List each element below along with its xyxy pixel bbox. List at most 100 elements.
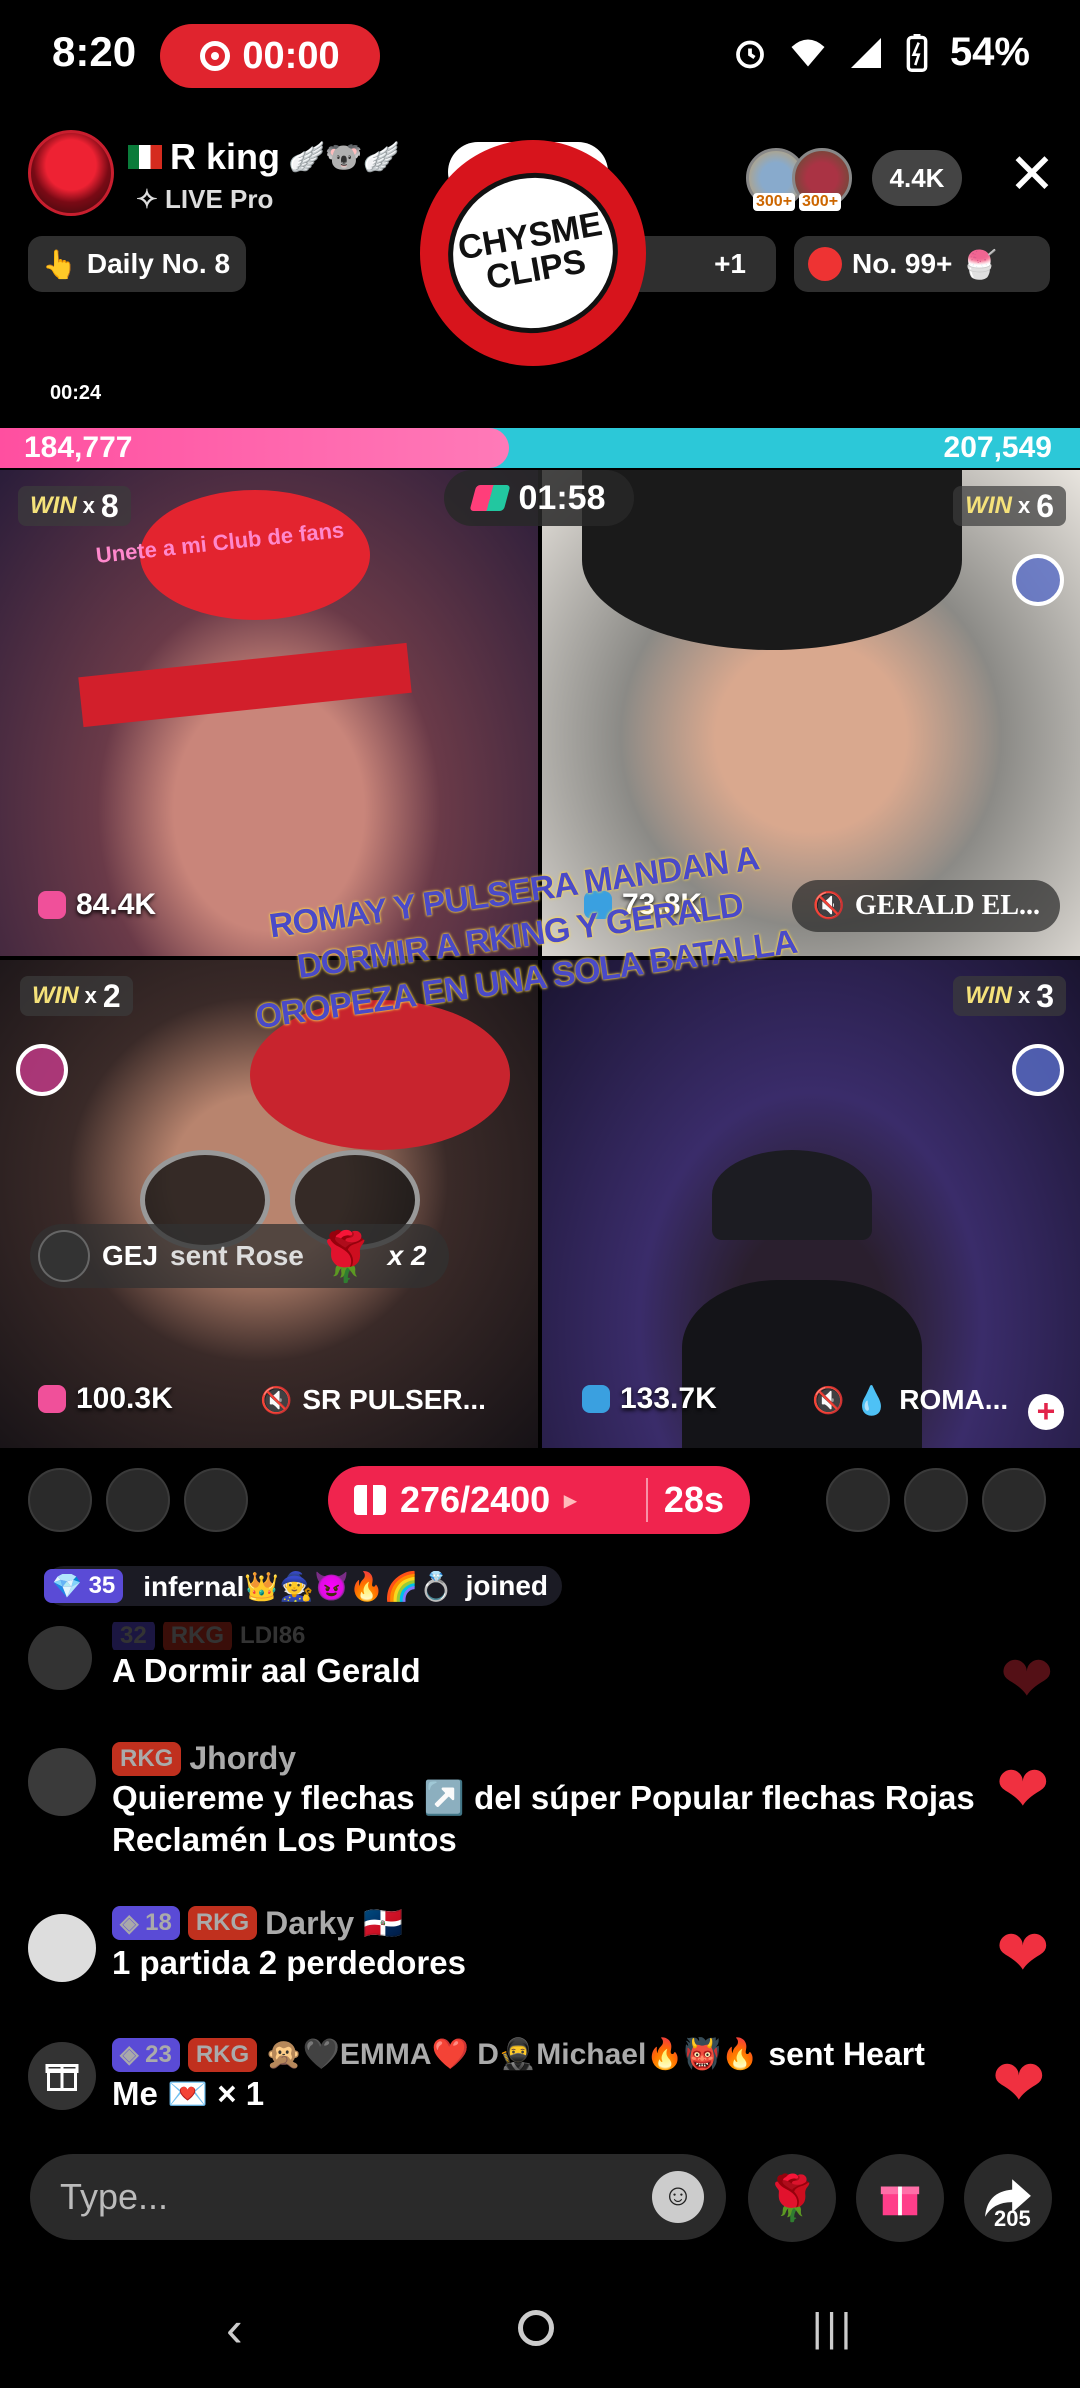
- points-value: 84.4K: [76, 888, 157, 921]
- rose-icon: 🌹: [764, 2174, 820, 2223]
- boost-icon[interactable]: [1012, 554, 1064, 606]
- gift-text: sent Rose: [170, 1240, 304, 1271]
- add-participant-button[interactable]: +: [1028, 1394, 1064, 1430]
- chat-username: Darky 🇩🇴: [265, 1905, 403, 1941]
- host-avatar[interactable]: [28, 130, 114, 216]
- level-badge: ◈ 18: [112, 1906, 180, 1940]
- participant-name[interactable]: 🔇 GERALD EL...: [792, 880, 1060, 932]
- chat-avatar[interactable]: [28, 1914, 96, 1982]
- status-time: 8:20: [52, 28, 137, 75]
- gift-count: x 2: [387, 1240, 427, 1271]
- chat-avatar[interactable]: [28, 1748, 96, 1816]
- close-button[interactable]: ✕: [1004, 146, 1060, 204]
- comment-placeholder: Type...: [60, 2176, 169, 2217]
- supporter-avatar[interactable]: [106, 1468, 170, 1532]
- battery-percent: 54%: [949, 30, 1030, 74]
- alarm-icon: [736, 40, 764, 68]
- comment-input[interactable]: Type... ☺: [30, 2154, 726, 2240]
- gifter-name: GEJ: [102, 1240, 159, 1271]
- win-streak: WIN x 3: [953, 976, 1066, 1016]
- supporter-avatar[interactable]: [826, 1468, 890, 1532]
- gift-goal-pill[interactable]: 276/2400 ▸ 28s: [328, 1466, 750, 1534]
- hair-shape: [582, 470, 962, 650]
- tile-points: 84.4K: [38, 888, 156, 922]
- viewer-count[interactable]: 4.4K: [872, 150, 962, 206]
- watermark-logo: CHYSME CLIPS: [420, 140, 646, 366]
- gift-goal-progress: 276/2400: [400, 1479, 551, 1520]
- home-nav-icon[interactable]: [518, 2310, 554, 2346]
- top-viewers[interactable]: 300+ 300+: [746, 148, 852, 211]
- stream-timer: 00:24: [50, 382, 102, 404]
- chat-action: sent Heart: [768, 2036, 925, 2072]
- signal-icon: [850, 37, 881, 68]
- emoji-icon[interactable]: ☺: [652, 2171, 704, 2223]
- supporter-avatar[interactable]: [28, 1468, 92, 1532]
- back-nav-icon[interactable]: ‹: [226, 2300, 243, 2358]
- supporter-avatar[interactable]: [982, 1468, 1046, 1532]
- points-icon: [38, 891, 66, 919]
- mexico-flag-icon: [128, 145, 162, 169]
- headband-graphic: [78, 642, 412, 728]
- heart-icon[interactable]: ❤: [992, 2046, 1046, 2121]
- chat-message: ◈ 18 RKG Darky 🇩🇴 1 partida 2 perdedores: [112, 1904, 1012, 1984]
- joined-user: infernal👑🧙😈🔥🌈💍: [143, 1570, 454, 1602]
- boost-icon[interactable]: [1012, 1044, 1064, 1096]
- battery-icon: [906, 33, 928, 72]
- rank-badge-icon: [808, 247, 842, 281]
- chat-message: ◈ 23 RKG 🙊🖤EMMA❤️ D🥷Michael🔥👹🔥 sent Hear…: [112, 2036, 1012, 2115]
- level-badge: 💎 35: [44, 1569, 124, 1603]
- joined-text: joined: [465, 1570, 549, 1601]
- fire-icon: 👆: [42, 248, 77, 280]
- fan-badge: RKG: [187, 2037, 258, 2072]
- recents-nav-icon[interactable]: |||: [812, 2306, 855, 2351]
- chat-avatar[interactable]: [28, 1626, 92, 1690]
- supporter-avatar[interactable]: [904, 1468, 968, 1532]
- gift-notification: GEJ sent Rose 🌹 x 2: [30, 1224, 449, 1288]
- host-name-row[interactable]: R king 🪽🐨🪽: [128, 136, 400, 178]
- win-streak: WIN x 8: [18, 486, 131, 526]
- supporter-avatar[interactable]: [184, 1468, 248, 1532]
- win-count: 8: [100, 487, 119, 524]
- join-notice: 💎 35 infernal👑🧙😈🔥🌈💍 joined: [44, 1566, 563, 1606]
- rose-gift-button[interactable]: 🌹: [748, 2154, 836, 2242]
- participant-name[interactable]: 🔇 SR PULSER...: [240, 1374, 506, 1426]
- chat-message: RKG Jhordy Quiereme y flechas ↗️ del súp…: [112, 1740, 1012, 1861]
- daily-rank-pill[interactable]: 👆 Daily No. 8: [28, 236, 246, 292]
- chat-text: 1 partida 2 perdedores: [112, 1944, 466, 1981]
- countdown-value: 01:58: [518, 478, 606, 517]
- plus-one-label: +1: [714, 248, 746, 279]
- level-badge: ◈ 23: [112, 2037, 180, 2072]
- record-time: 00:00: [242, 34, 340, 77]
- chat-username: Jhordy: [189, 1740, 297, 1776]
- plus-one-pill[interactable]: +1: [626, 236, 776, 292]
- gift-goal-time: 28s: [663, 1479, 724, 1520]
- ranking-pill[interactable]: No. 99+ 🍧: [794, 236, 1050, 292]
- chat-message: 32 RKG LDI86 A Dormir aal Gerald: [112, 1622, 1012, 1692]
- score-right: 207,549: [943, 431, 1052, 464]
- battle-countdown: 01:58: [444, 470, 634, 526]
- battle-icon: [469, 485, 510, 511]
- video-tile-4[interactable]: WIN x 3 133.7K 🔇 💧 ROMA... +: [542, 960, 1080, 1448]
- status-icons: 54%: [732, 30, 1030, 75]
- participant-name[interactable]: 🔇 💧 ROMA...: [792, 1374, 1018, 1426]
- chat-text: Quiereme y flechas ↗️ del súper Popular …: [112, 1779, 975, 1858]
- boost-icon[interactable]: [16, 1044, 68, 1096]
- ranking-label: No. 99+: [852, 248, 953, 279]
- wifi-icon: [791, 39, 825, 66]
- daily-rank-label: Daily No. 8: [86, 248, 231, 279]
- host-subtitle: ✧ LIVE Pro: [136, 184, 274, 214]
- rose-icon: 🌹: [315, 1230, 376, 1284]
- tile-points: 133.7K: [582, 1382, 717, 1416]
- viewer-avatar[interactable]: 300+: [792, 148, 852, 211]
- fan-badge: RKG: [187, 1906, 258, 1940]
- screen-record-pill[interactable]: 00:00: [160, 24, 380, 88]
- gift-icon: [354, 1485, 386, 1515]
- tile-points: 100.3K: [38, 1382, 173, 1416]
- gift-button[interactable]: [856, 2154, 944, 2242]
- heart-icon[interactable]: ❤: [1000, 1642, 1054, 1717]
- gift-box-icon: [28, 2042, 96, 2110]
- gift-icon: [880, 2186, 920, 2216]
- heart-icon[interactable]: ❤: [996, 1752, 1050, 1827]
- heart-icon[interactable]: ❤: [996, 1916, 1050, 1991]
- person-silhouette: [712, 1150, 872, 1240]
